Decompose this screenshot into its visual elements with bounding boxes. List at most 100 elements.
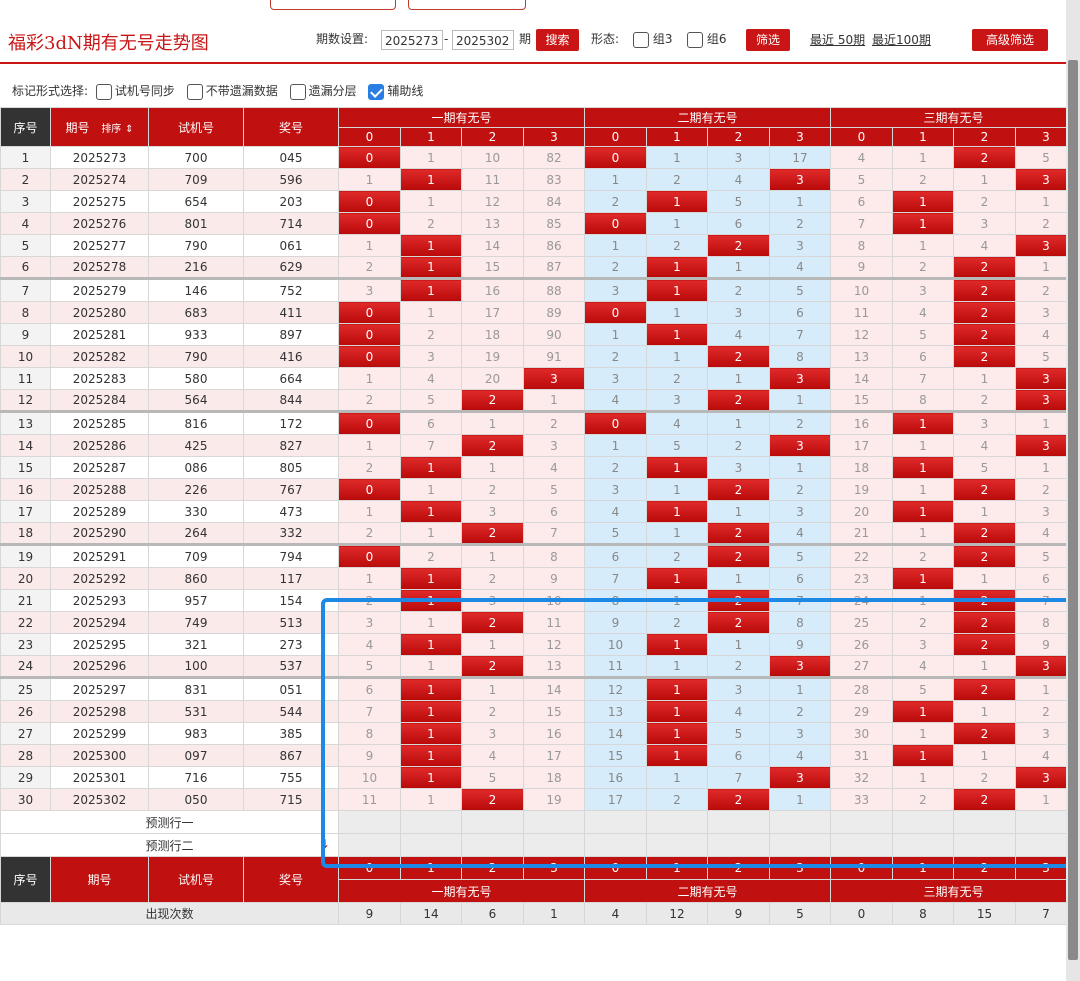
cell-g2-digit-1: 1 [646,478,708,501]
cell-g3-digit-2: 4 [953,434,1016,457]
cell-g3-digit-1: 2 [892,543,954,568]
period-end-input[interactable]: 2025302 [452,30,514,50]
row-prize-number: 544 [243,700,339,723]
col-period-header[interactable]: 期号 排序 ⇕ [50,107,149,147]
prediction-cell[interactable] [707,810,770,834]
zu6-option[interactable]: 组6 [687,28,726,50]
prediction-cell[interactable] [584,810,647,834]
prediction-cell[interactable] [953,810,1016,834]
cell-g2-digit-0: 14 [584,722,647,745]
cell-g3-digit-1: 1 [892,522,954,545]
cell-g3-digit-1: 4 [892,655,954,678]
search-button[interactable]: 搜索 [536,29,579,51]
row-prize-number: 045 [243,146,339,169]
row-prize-number: 844 [243,389,339,412]
cell-g2-digit-1: 1 [646,567,708,590]
layer-checkbox[interactable] [289,83,306,100]
filter-button[interactable]: 筛选 [746,29,790,51]
mark-option-no-missing[interactable]: 不带遗漏数据 [183,79,278,103]
chart-header: 福彩3dN期有无号走势图 期数设置: 2025273 - 2025302 期 搜… [0,20,1076,64]
row-seq: 11 [0,367,51,390]
cell-g2-digit-0: 15 [584,744,647,767]
sync-checkbox[interactable] [95,83,112,100]
recent-100-link[interactable]: 最近100期 [872,29,931,51]
cell-g2-digit-3: 1 [769,389,831,412]
cell-g2-digit-3: 7 [769,589,831,612]
prediction-cell[interactable] [646,833,708,857]
cell-g1-digit-2: 18 [461,323,524,346]
cell-g1-digit-2: 10 [461,146,524,169]
cell-g2-digit-0: 0 [584,301,647,324]
vertical-scrollbar[interactable] [1066,0,1080,981]
top-tab-stub-2[interactable] [408,0,526,10]
cell-g2-digit-1: 4 [646,410,708,435]
scrollbar-thumb[interactable] [1068,60,1078,960]
prediction-cell[interactable] [584,833,647,857]
cell-g1-digit-2: 2 [461,567,524,590]
row-prize-number: 154 [243,589,339,612]
cell-g3-digit-0: 11 [830,301,893,324]
cell-g3-digit-1: 1 [892,212,954,235]
sort-arrows-icon[interactable]: ⇕ [125,124,133,135]
cell-g2-digit-1: 2 [646,543,708,568]
cell-g1-digit-3: 86 [523,234,585,257]
prediction-cell[interactable] [461,833,524,857]
zu3-checkbox[interactable] [633,31,649,48]
prediction-cell[interactable] [830,810,893,834]
row-seq: 23 [0,633,51,656]
row-prize-number: 117 [243,567,339,590]
prediction-cell[interactable] [769,810,831,834]
period-unit: 期 [519,32,532,46]
period-start-input[interactable]: 2025273 [381,30,443,50]
prediction-cell[interactable] [892,810,954,834]
row-period: 2025301 [50,766,149,789]
occurrence-count-cell: 15 [953,902,1016,925]
zu3-option[interactable]: 组3 [633,28,672,50]
cell-g2-digit-2: 2 [707,589,770,612]
mark-option-sync[interactable]: 试机号同步 [92,79,175,103]
cell-g3-digit-2: 2 [953,611,1016,634]
prediction-cell[interactable] [523,810,585,834]
top-tab-stub-1[interactable] [270,0,396,10]
row-period: 2025293 [50,589,149,612]
prediction-cell[interactable] [769,833,831,857]
no-missing-checkbox[interactable] [186,83,203,100]
prediction-cell[interactable] [461,810,524,834]
guide-checkbox[interactable] [368,83,385,100]
prediction-cell[interactable] [523,833,585,857]
prediction-cell[interactable] [400,833,462,857]
prediction-cell[interactable] [953,833,1016,857]
row-prize-number: 273 [243,633,339,656]
prediction-cell[interactable] [400,810,462,834]
cell-g1-digit-1: 1 [400,500,462,523]
zu6-checkbox[interactable] [687,31,703,48]
cell-g3-digit-0: 13 [830,345,893,368]
cell-g2-digit-0: 1 [584,168,647,191]
cell-g2-digit-3: 5 [769,277,831,302]
prediction-cell[interactable] [707,833,770,857]
table-row: 16 2025288 226 767 0 1 2 5 3 1 2 2 19 1 2 2 [0,478,1077,501]
cell-g1-digit-2: 2 [461,788,524,811]
row-seq: 24 [0,655,51,678]
prediction-cell[interactable] [338,810,401,834]
mark-option-guide[interactable]: 辅助线 [364,79,423,103]
prediction-cell[interactable] [338,833,401,857]
cell-g2-digit-2: 2 [707,788,770,811]
cell-g3-digit-0: 24 [830,589,893,612]
row-test-number: 749 [148,611,244,634]
cell-g3-digit-0: 10 [830,277,893,302]
cell-g1-digit-3: 88 [523,277,585,302]
row-seq: 28 [0,744,51,767]
cell-g3-digit-0: 7 [830,212,893,235]
sort-label[interactable]: 排序 [101,124,121,135]
cell-g1-digit-3: 6 [523,500,585,523]
prediction-cell[interactable] [830,833,893,857]
prediction-row-1: 预测行一 [0,810,1077,834]
prediction-cell[interactable] [892,833,954,857]
advanced-filter-button[interactable]: 高级筛选 [972,29,1048,51]
prediction-cell[interactable] [646,810,708,834]
recent-50-link[interactable]: 最近 50期 [810,29,865,51]
mark-option-layer[interactable]: 遗漏分层 [286,79,357,103]
row-period: 2025276 [50,212,149,235]
expand-arrow-icon[interactable]: ↓ [320,837,330,851]
